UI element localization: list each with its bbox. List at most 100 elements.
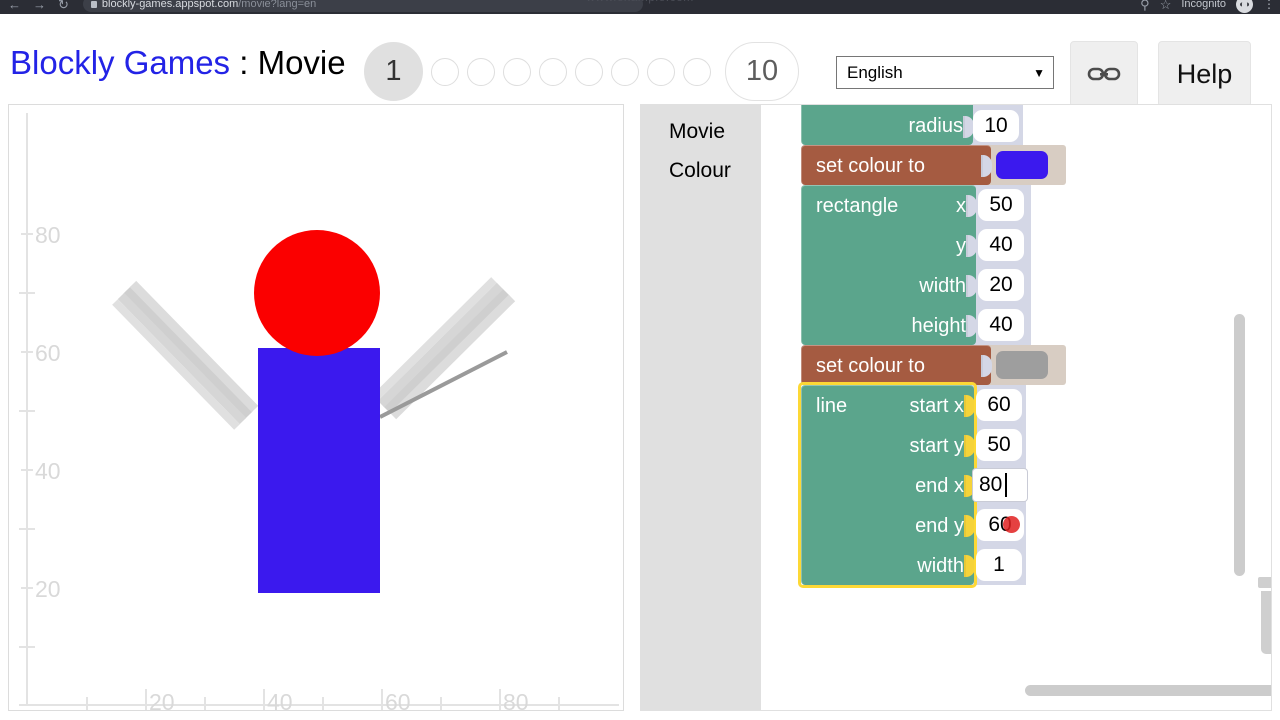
field-line-end-x[interactable]: 80 [973, 469, 1027, 501]
red-circle-head [254, 230, 380, 356]
level-current-label: 1 [385, 55, 402, 87]
link-button[interactable] [1070, 41, 1138, 107]
search-icon[interactable]: ⚲ [1140, 0, 1150, 11]
field-line-width[interactable]: 1 [976, 549, 1022, 581]
field-radius[interactable]: 10 [973, 110, 1019, 142]
level-button-7[interactable] [611, 57, 639, 86]
level-button-10[interactable]: 10 [725, 42, 799, 101]
block-row-label: rectangle [816, 194, 899, 217]
block-row-label: width [919, 274, 966, 297]
chevron-down-icon: ▼ [1033, 65, 1045, 80]
text-caret [1005, 473, 1008, 497]
y-axis-label-80: 80 [35, 222, 61, 248]
field-line-start-x-value: 60 [987, 393, 1011, 416]
y-axis-label-40: 40 [35, 458, 61, 484]
level-button-2[interactable] [431, 57, 459, 86]
y-axis-label-20: 20 [35, 576, 61, 602]
block-circle-radius[interactable]: radius 10 [801, 105, 1023, 145]
kebab-menu-icon[interactable]: ⋮ [1263, 0, 1275, 11]
page-title: Blockly Games : Movie [10, 44, 346, 82]
address-bar-url: blockly-games.appspot.com/movie?lang=en [102, 0, 316, 10]
input-notch-icon [964, 435, 975, 457]
level-button-4[interactable] [503, 57, 531, 86]
block-rectangle[interactable]: rectangle x y width height 50 40 20 40 [801, 185, 1031, 345]
language-select[interactable]: English ▼ [836, 56, 1054, 89]
block-line[interactable]: line start x start y end x end y width 6… [798, 382, 1027, 588]
link-chain-icon [1087, 67, 1121, 81]
field-line-end-y[interactable]: 60 [976, 509, 1024, 541]
block-row-label: set colour to [816, 354, 925, 377]
level-max-label: 10 [745, 55, 779, 87]
block-row-sublabel: x [956, 194, 966, 217]
star-icon[interactable]: ☆ [1160, 0, 1172, 11]
incognito-glasses-icon: ◐◑ [1236, 0, 1253, 13]
block-set-colour-grey[interactable]: set colour to [801, 345, 1066, 385]
x-axis-label-80: 80 [503, 689, 529, 711]
field-rect-y-value: 40 [989, 233, 1013, 256]
input-notch-icon [981, 355, 992, 377]
movie-stage[interactable]: 20 40 60 80 20 40 60 80 [9, 105, 624, 711]
y-axis-label-60: 60 [35, 340, 61, 366]
level-button-3[interactable] [467, 57, 495, 86]
field-line-start-x[interactable]: 60 [976, 389, 1022, 421]
level-button-8[interactable] [647, 57, 675, 86]
field-rect-width[interactable]: 20 [978, 269, 1024, 301]
browser-chrome: ← → ↻ blockly-games.appspot.com/movie?la… [0, 0, 1280, 14]
input-notch-icon [966, 195, 977, 217]
level-button-9[interactable] [683, 57, 711, 86]
field-rect-x-value: 50 [989, 193, 1013, 216]
address-bar[interactable]: blockly-games.appspot.com/movie?lang=en [82, 0, 643, 12]
block-row-label: radius [908, 114, 963, 137]
y-axis-labels: 20 40 60 80 [35, 222, 61, 602]
field-line-start-y-value: 50 [987, 433, 1011, 456]
field-rect-height-value: 40 [989, 313, 1013, 336]
block-row-label: width [917, 554, 964, 577]
toolbox-category-movie[interactable]: Movie [641, 113, 761, 152]
field-colour-swatch-grey[interactable] [996, 351, 1048, 379]
toolbox-category-movie-label: Movie [669, 120, 726, 143]
blockly-workspace[interactable]: radius 10 set colour to rectangle x y wi… [761, 105, 1271, 710]
block-row-label: set colour to [816, 154, 925, 177]
block-row-label: height [911, 314, 967, 337]
x-axis-label-40: 40 [267, 689, 293, 711]
field-rect-height[interactable]: 40 [978, 309, 1024, 341]
incognito-label: Incognito [1181, 0, 1226, 10]
back-arrow-icon[interactable]: ← [8, 0, 21, 11]
x-axis-label-20: 20 [149, 689, 175, 711]
toolbox: Movie Colour [641, 105, 761, 710]
block-set-colour-blue[interactable]: set colour to [801, 145, 1066, 185]
toolbox-category-colour-label: Colour [669, 158, 731, 182]
level-button-6[interactable] [575, 57, 603, 86]
input-notch-icon [964, 555, 975, 577]
forward-arrow-icon[interactable]: → [33, 0, 46, 11]
field-rect-width-value: 20 [989, 273, 1013, 296]
block-row-label: end y [915, 514, 964, 537]
workspace-horizontal-scrollbar[interactable] [1025, 685, 1271, 696]
visualization-panel: 20 40 60 80 20 40 60 80 [8, 104, 624, 711]
block-row-label: start y [909, 434, 964, 457]
input-notch-icon [966, 235, 977, 257]
field-line-end-x-value: 80 [979, 473, 1003, 496]
game-name-label: Movie [257, 44, 346, 81]
trash-can-icon[interactable] [1258, 570, 1271, 654]
input-notch-icon [964, 395, 975, 417]
level-button-1[interactable]: 1 [364, 42, 423, 101]
reload-icon[interactable]: ↻ [58, 0, 69, 11]
site-info-icon[interactable] [90, 0, 97, 8]
field-rect-y[interactable]: 40 [978, 229, 1024, 261]
toolbox-category-colour[interactable]: Colour [641, 152, 761, 191]
input-notch-icon [964, 515, 975, 537]
grey-left-arm [112, 280, 259, 430]
field-line-start-y[interactable]: 50 [976, 429, 1022, 461]
input-notch-icon [966, 315, 977, 337]
level-button-5[interactable] [539, 57, 567, 86]
field-rect-x[interactable]: 50 [978, 189, 1024, 221]
grey-right-arm [372, 277, 516, 420]
url-path: /movie?lang=en [238, 0, 317, 10]
workspace-vertical-scrollbar[interactable] [1234, 314, 1245, 576]
help-button[interactable]: Help [1158, 41, 1251, 107]
blockly-area: Movie Colour radius 10 set colour to rec… [640, 104, 1272, 711]
brand-label[interactable]: Blockly Games [10, 44, 230, 81]
block-row-sublabel: start x [909, 394, 964, 417]
field-colour-swatch-blue[interactable] [996, 151, 1048, 179]
